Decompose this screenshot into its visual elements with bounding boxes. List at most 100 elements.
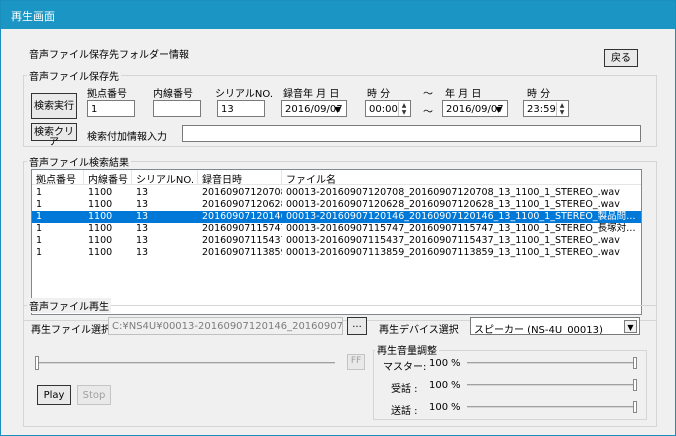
table-cell: 1100: [88, 223, 113, 234]
stop-button[interactable]: Stop: [77, 385, 111, 405]
fast-forward-button[interactable]: FF: [347, 354, 365, 370]
search-clear-button[interactable]: 検索クリア: [31, 123, 77, 148]
col-file-name[interactable]: ファイル名: [282, 170, 641, 186]
playback-window: 再生画面 音声ファイル保存先フォルダー情報 戻る 音声ファイル保存先 検索実行 …: [0, 0, 676, 436]
start-time-label: 時 分: [367, 89, 391, 100]
volume-slider-thumb[interactable]: [633, 379, 637, 391]
table-cell: 20160907120146: [202, 211, 282, 222]
base-number-input[interactable]: 1: [87, 100, 135, 117]
table-cell: 20160907115747: [202, 223, 282, 234]
receive-volume-label: 受話 :: [391, 384, 418, 395]
table-row[interactable]: 1 1100 13 20160907120708 00013-2016090712070…: [32, 187, 641, 199]
receive-volume-unit: %: [451, 380, 461, 391]
start-date-picker[interactable]: 2016/09/07 ▼: [281, 100, 347, 117]
send-volume-unit: %: [451, 402, 461, 413]
position-slider[interactable]: [31, 353, 343, 373]
volume-slider-track: [467, 384, 637, 386]
col-rec-datetime[interactable]: 録音日時: [198, 170, 282, 186]
table-cell: 1100: [88, 247, 113, 258]
position-slider-track: [35, 362, 335, 364]
position-slider-thumb[interactable]: [35, 356, 39, 370]
line-number-input[interactable]: [153, 100, 201, 117]
start-time-spinner[interactable]: 00:00 ▲ ▼: [365, 100, 411, 117]
table-cell: 1100: [88, 187, 113, 198]
end-time-spinner[interactable]: 23:59 ▲ ▼: [523, 100, 569, 117]
send-volume-label: 送話 :: [391, 406, 418, 417]
window-title: 再生画面: [11, 10, 55, 23]
table-cell: 20160907115437: [202, 235, 282, 246]
results-list[interactable]: 拠点番号 内線番号 シリアルNO. 録音日時 ファイル名 1 1100 13 2016…: [31, 169, 642, 315]
table-cell: 00013-20160907120708_20160907120708_13_1…: [286, 187, 620, 198]
start-time-value: 00:00: [369, 104, 398, 115]
table-cell: 00013-20160907115437_20160907115437_13_1…: [286, 235, 620, 246]
play-button[interactable]: Play: [37, 385, 71, 405]
spin-updown-icon[interactable]: ▲ ▼: [398, 102, 409, 116]
end-date-label: 年 月 日: [445, 89, 482, 100]
col-line-number[interactable]: 内線番号: [84, 170, 132, 186]
table-cell: 13: [136, 223, 149, 234]
send-volume-value: 100: [429, 402, 449, 413]
table-row[interactable]: 1 1100 13 20160907120146 00013-2016090712014…: [32, 211, 641, 223]
table-cell: 00013-20160907115747_20160907115747_13_1…: [286, 223, 636, 234]
table-cell: 20160907113859: [202, 247, 282, 258]
table-cell: 1100: [88, 211, 113, 222]
folder-info-label: 音声ファイル保存先フォルダー情報: [29, 50, 189, 61]
storage-group-title: 音声ファイル保存先: [27, 68, 121, 83]
search-execute-button[interactable]: 検索実行: [31, 93, 77, 119]
file-select-label: 再生ファイル選択: [31, 325, 111, 336]
master-volume-value: 100: [429, 358, 449, 369]
table-cell: 1: [36, 223, 43, 234]
tilde-separator: ～: [423, 107, 433, 118]
results-group-title: 音声ファイル検索結果: [27, 154, 131, 169]
table-cell: 13: [136, 211, 149, 222]
serial-number-label: シリアルNO.: [215, 89, 274, 100]
volume-slider-track: [467, 406, 637, 408]
table-cell: 13: [136, 247, 149, 258]
receive-volume-value: 100: [429, 380, 449, 391]
table-cell: 20160907120628: [202, 199, 282, 210]
volume-slider-track: [467, 362, 637, 364]
table-cell: 00013-20160907113859_20160907113859_13_1…: [286, 247, 620, 258]
dropdown-arrow-icon[interactable]: ▼: [624, 320, 637, 333]
base-number-label: 拠点番号: [87, 89, 127, 100]
spin-updown-icon[interactable]: ▲ ▼: [556, 102, 567, 116]
col-serial-number[interactable]: シリアルNO.: [132, 170, 198, 186]
playback-group-title: 音声ファイル再生: [27, 298, 111, 313]
col-base-number[interactable]: 拠点番号: [32, 170, 84, 186]
device-select[interactable]: スピーカー (NS-4U_00013) ▼: [470, 317, 640, 335]
table-cell: 1100: [88, 199, 113, 210]
serial-number-input[interactable]: 13: [217, 100, 265, 117]
table-cell: 1: [36, 247, 43, 258]
master-volume-unit: %: [451, 358, 461, 369]
window-client: 音声ファイル保存先フォルダー情報 戻る 音声ファイル保存先 検索実行 検索クリア…: [1, 29, 675, 435]
table-cell: 1: [36, 211, 43, 222]
tilde-label: ～: [423, 89, 433, 100]
file-path-field[interactable]: C:¥NS4U¥00013-20160907120146_20160907120…: [108, 317, 343, 335]
master-volume-slider[interactable]: [467, 355, 639, 371]
device-select-value: スピーカー (NS-4U_00013): [474, 325, 603, 335]
back-button[interactable]: 戻る: [604, 49, 638, 67]
table-row[interactable]: 1 1100 13 20160907113859 00013-2016090711385…: [32, 247, 641, 259]
table-cell: 00013-20160907120628_20160907120628_13_1…: [286, 199, 620, 210]
volume-slider-thumb[interactable]: [633, 357, 637, 369]
line-number-label: 内線番号: [153, 89, 193, 100]
browse-button[interactable]: ...: [347, 317, 367, 335]
table-cell: 1: [36, 235, 43, 246]
table-cell: 1: [36, 187, 43, 198]
table-cell: 00013-20160907120146_20160907120146_13_1…: [286, 211, 636, 222]
send-volume-slider[interactable]: [467, 399, 639, 415]
table-cell: 13: [136, 199, 149, 210]
master-volume-label: マスター:: [383, 362, 427, 373]
dropdown-arrow-icon[interactable]: ▼: [492, 103, 505, 116]
rec-date-label: 録音年 月 日: [283, 89, 340, 100]
extra-info-input[interactable]: [182, 125, 641, 142]
table-row[interactable]: 1 1100 13 20160907120628 00013-2016090712062…: [32, 199, 641, 211]
end-time-label: 時 分: [527, 89, 551, 100]
volume-slider-thumb[interactable]: [633, 401, 637, 413]
dropdown-arrow-icon[interactable]: ▼: [331, 103, 344, 116]
receive-volume-slider[interactable]: [467, 377, 639, 393]
table-row[interactable]: 1 1100 13 20160907115747 00013-2016090711574…: [32, 223, 641, 235]
end-date-picker[interactable]: 2016/09/07 ▼: [442, 100, 508, 117]
table-row[interactable]: 1 1100 13 20160907115437 00013-2016090711543…: [32, 235, 641, 247]
table-cell: 13: [136, 235, 149, 246]
